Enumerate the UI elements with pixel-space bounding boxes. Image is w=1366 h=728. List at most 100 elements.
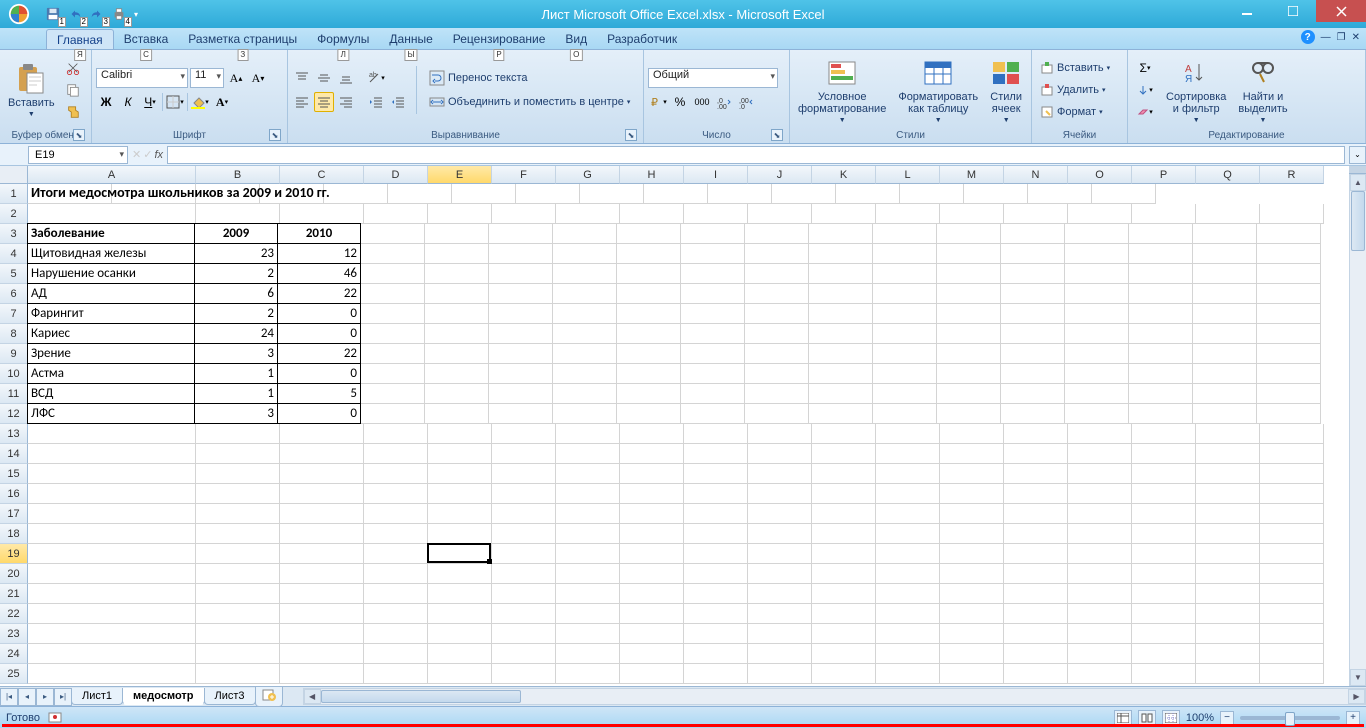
row-header-23[interactable]: 23 xyxy=(0,624,28,644)
cell-I25[interactable] xyxy=(684,664,748,684)
zoom-out-icon[interactable]: − xyxy=(1220,711,1234,725)
close-button[interactable] xyxy=(1316,0,1366,22)
cell-D18[interactable] xyxy=(364,524,428,544)
sheet-tab-Лист1[interactable]: Лист1 xyxy=(71,688,123,705)
cell-C5[interactable]: 46 xyxy=(277,263,361,284)
cell-D13[interactable] xyxy=(364,424,428,444)
cell-H16[interactable] xyxy=(620,484,684,504)
cell-E13[interactable] xyxy=(428,424,492,444)
col-header-E[interactable]: E xyxy=(428,166,492,184)
cell-O12[interactable] xyxy=(1065,404,1129,424)
row-header-20[interactable]: 20 xyxy=(0,564,28,584)
cell-K2[interactable] xyxy=(812,204,876,224)
cell-C17[interactable] xyxy=(280,504,364,524)
cell-L1[interactable] xyxy=(708,184,772,204)
col-header-M[interactable]: M xyxy=(940,166,1004,184)
cell-L8[interactable] xyxy=(873,324,937,344)
cell-H14[interactable] xyxy=(620,444,684,464)
cell-N10[interactable] xyxy=(1001,364,1065,384)
cell-I22[interactable] xyxy=(684,604,748,624)
cell-B19[interactable] xyxy=(196,544,280,564)
cell-B7[interactable]: 2 xyxy=(194,303,278,324)
cell-R11[interactable] xyxy=(1257,384,1321,404)
cell-M5[interactable] xyxy=(937,264,1001,284)
format-table-button[interactable]: Форматировать как таблицу▼ xyxy=(894,55,982,126)
cell-O4[interactable] xyxy=(1065,244,1129,264)
cell-B10[interactable]: 1 xyxy=(194,363,278,384)
cell-I2[interactable] xyxy=(684,204,748,224)
cell-C9[interactable]: 22 xyxy=(277,343,361,364)
cell-D19[interactable] xyxy=(364,544,428,564)
cell-M12[interactable] xyxy=(937,404,1001,424)
cell-D14[interactable] xyxy=(364,444,428,464)
cell-D3[interactable] xyxy=(361,224,425,244)
cell-R8[interactable] xyxy=(1257,324,1321,344)
cell-B11[interactable]: 1 xyxy=(194,383,278,404)
cell-P7[interactable] xyxy=(1129,304,1193,324)
cell-H9[interactable] xyxy=(617,344,681,364)
row-header-9[interactable]: 9 xyxy=(0,344,28,364)
cell-P3[interactable] xyxy=(1129,224,1193,244)
cell-H23[interactable] xyxy=(620,624,684,644)
cell-M9[interactable] xyxy=(937,344,1001,364)
merge-center-button[interactable]: Объединить и поместить в центре▾ xyxy=(425,92,634,112)
cell-K20[interactable] xyxy=(812,564,876,584)
col-header-Q[interactable]: Q xyxy=(1196,166,1260,184)
cell-N21[interactable] xyxy=(1004,584,1068,604)
cell-G4[interactable] xyxy=(553,244,617,264)
cell-H21[interactable] xyxy=(620,584,684,604)
cell-N17[interactable] xyxy=(1004,504,1068,524)
cell-H13[interactable] xyxy=(620,424,684,444)
cell-E2[interactable] xyxy=(428,204,492,224)
col-header-G[interactable]: G xyxy=(556,166,620,184)
cell-K16[interactable] xyxy=(812,484,876,504)
cell-B24[interactable] xyxy=(196,644,280,664)
cell-I6[interactable] xyxy=(681,284,745,304)
cell-L21[interactable] xyxy=(876,584,940,604)
cell-A7[interactable]: Фарингит xyxy=(27,303,195,324)
cell-F11[interactable] xyxy=(489,384,553,404)
cell-E3[interactable] xyxy=(425,224,489,244)
cell-I4[interactable] xyxy=(681,244,745,264)
cell-J21[interactable] xyxy=(748,584,812,604)
cell-M21[interactable] xyxy=(940,584,1004,604)
decrease-indent-icon[interactable] xyxy=(366,92,386,112)
cell-K13[interactable] xyxy=(812,424,876,444)
cell-D8[interactable] xyxy=(361,324,425,344)
col-header-A[interactable]: A xyxy=(28,166,196,184)
row-header-5[interactable]: 5 xyxy=(0,264,28,284)
shrink-font-icon[interactable]: A▾ xyxy=(248,68,268,88)
cell-K7[interactable] xyxy=(809,304,873,324)
cell-L18[interactable] xyxy=(876,524,940,544)
cell-E4[interactable] xyxy=(425,244,489,264)
cell-G3[interactable] xyxy=(553,224,617,244)
cell-H8[interactable] xyxy=(617,324,681,344)
cell-L24[interactable] xyxy=(876,644,940,664)
cell-L12[interactable] xyxy=(873,404,937,424)
cell-Q24[interactable] xyxy=(1196,644,1260,664)
underline-button[interactable]: Ч▾ xyxy=(140,92,160,112)
italic-button[interactable]: К xyxy=(118,92,138,112)
cell-F22[interactable] xyxy=(492,604,556,624)
copy-icon[interactable] xyxy=(63,80,83,100)
orientation-icon[interactable]: ab▾ xyxy=(366,68,386,88)
cell-P11[interactable] xyxy=(1129,384,1193,404)
col-header-N[interactable]: N xyxy=(1004,166,1068,184)
sheet-tab-Лист3[interactable]: Лист3 xyxy=(204,688,256,705)
cell-R12[interactable] xyxy=(1257,404,1321,424)
cell-L13[interactable] xyxy=(876,424,940,444)
cell-D5[interactable] xyxy=(361,264,425,284)
cell-R15[interactable] xyxy=(1260,464,1324,484)
vertical-scrollbar[interactable]: ▲ ▼ xyxy=(1349,166,1366,686)
cell-D23[interactable] xyxy=(364,624,428,644)
cell-E25[interactable] xyxy=(428,664,492,684)
cell-P15[interactable] xyxy=(1132,464,1196,484)
cell-H11[interactable] xyxy=(617,384,681,404)
cell-P25[interactable] xyxy=(1132,664,1196,684)
cell-L11[interactable] xyxy=(873,384,937,404)
cell-I7[interactable] xyxy=(681,304,745,324)
cell-C20[interactable] xyxy=(280,564,364,584)
cell-A22[interactable] xyxy=(28,604,196,624)
number-launcher[interactable]: ⬊ xyxy=(771,129,783,141)
cell-O3[interactable] xyxy=(1065,224,1129,244)
